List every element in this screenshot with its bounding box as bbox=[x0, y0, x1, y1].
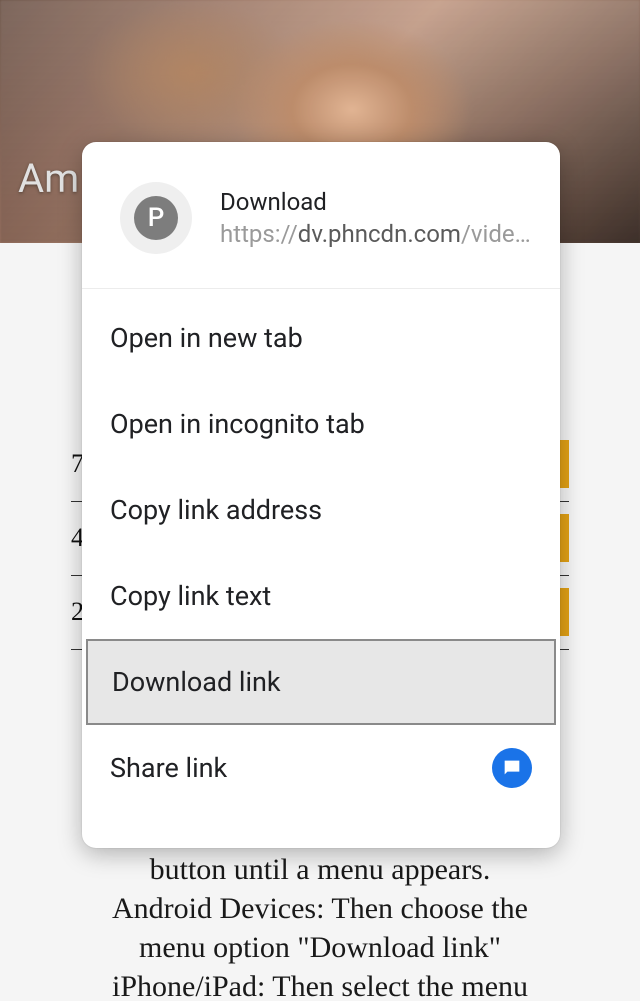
menu-item-label: Open in new tab bbox=[110, 322, 303, 354]
menu-item-label: Copy link text bbox=[110, 580, 271, 612]
context-menu-items: Open in new tab Open in incognito tab Co… bbox=[82, 289, 560, 811]
menu-item-label: Copy link address bbox=[110, 494, 322, 526]
open-in-new-tab[interactable]: Open in new tab bbox=[82, 295, 560, 381]
menu-item-label: Share link bbox=[110, 752, 227, 784]
link-info: Download https://dv.phncdn.com/vide… bbox=[220, 188, 534, 248]
screen: Am 7 4 2 button until a menu appears. An… bbox=[0, 0, 640, 1001]
favicon-circle: P bbox=[120, 182, 192, 254]
copy-link-text[interactable]: Copy link text bbox=[82, 553, 560, 639]
open-in-incognito-tab[interactable]: Open in incognito tab bbox=[82, 381, 560, 467]
context-menu: P Download https://dv.phncdn.com/vide… O… bbox=[82, 142, 560, 848]
menu-item-label: Open in incognito tab bbox=[110, 408, 365, 440]
copy-link-address[interactable]: Copy link address bbox=[82, 467, 560, 553]
share-link[interactable]: Share link bbox=[82, 725, 560, 811]
link-url: https://dv.phncdn.com/vide… bbox=[220, 220, 534, 248]
link-title: Download bbox=[220, 188, 534, 216]
favicon-letter: P bbox=[134, 196, 178, 240]
download-link[interactable]: Download link bbox=[86, 639, 556, 725]
messages-app-icon bbox=[492, 748, 532, 788]
menu-item-label: Download link bbox=[112, 666, 281, 698]
context-menu-header: P Download https://dv.phncdn.com/vide… bbox=[82, 142, 560, 289]
